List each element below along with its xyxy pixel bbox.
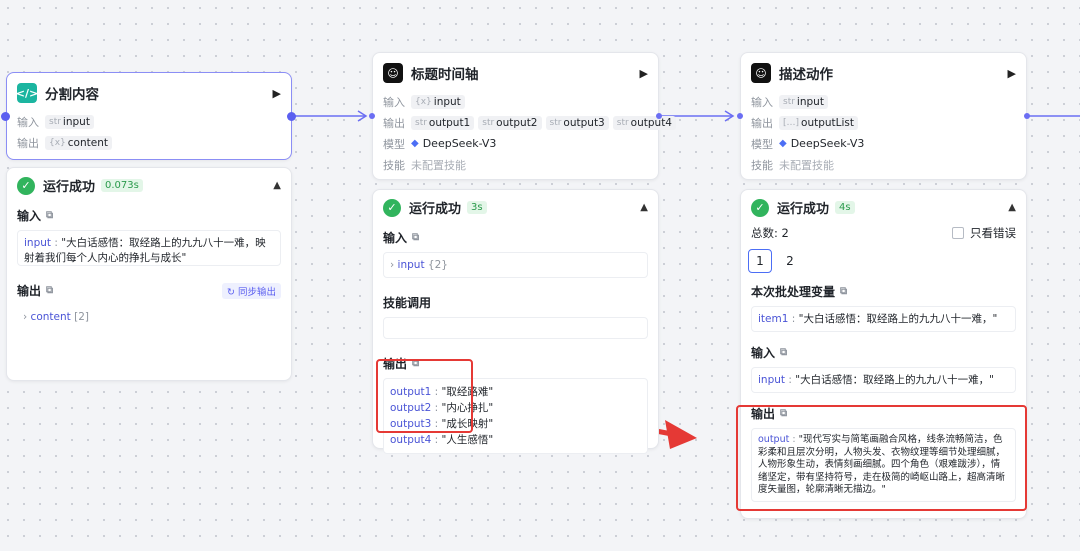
copy-icon[interactable]: ⧉: [46, 285, 53, 296]
node-title: 标题时间轴: [411, 67, 479, 83]
output-param-tag: str output3: [545, 115, 609, 130]
node-title-timeline[interactable]: ☺ 标题时间轴 ▶ 输入 {x} input 输出 str output1 str o…: [372, 52, 676, 180]
input-section-title: 输入 ⧉: [17, 209, 54, 223]
success-icon: ✓: [751, 198, 769, 217]
input-param-tag: str input: [779, 94, 828, 109]
output-label: 输出: [751, 116, 773, 130]
collapse-icon[interactable]: ▲: [1008, 202, 1016, 213]
only-errors-checkbox[interactable]: [952, 227, 964, 239]
edge-arrowhead-2: [724, 110, 735, 122]
node-title: 描述动作: [779, 67, 833, 83]
copy-icon[interactable]: ⧉: [46, 210, 53, 221]
input-label: 输入: [383, 95, 405, 109]
expand-icon: ›: [390, 259, 398, 271]
edge-arrowhead-1: [357, 110, 368, 122]
page-button-1[interactable]: 1: [748, 249, 772, 273]
input-port[interactable]: [1, 112, 10, 121]
input-label: 输入: [751, 95, 773, 109]
model-name: DeepSeek-V3: [790, 137, 865, 150]
output-param-tag: str output4: [612, 115, 676, 130]
input-port[interactable]: [737, 113, 743, 119]
total-count: 总数: 2: [751, 226, 789, 240]
output-value-box[interactable]: › content [2]: [17, 305, 281, 375]
input-section-title: 输入 ⧉: [383, 231, 420, 245]
only-errors-label: 只看错误: [970, 226, 1016, 240]
copy-icon[interactable]: ⧉: [412, 232, 419, 243]
success-icon: ✓: [17, 176, 35, 195]
input-value-box: input : "大白话感悟：取经路上的九九八十一难，": [751, 367, 1016, 393]
expand-icon: ›: [23, 311, 31, 323]
status-text: 运行成功: [777, 202, 830, 217]
output-label: 输出: [383, 116, 405, 130]
model-name: DeepSeek-V3: [422, 137, 497, 150]
output-label: 输出: [17, 136, 39, 150]
ai-icon: ☺: [751, 63, 771, 83]
duration-badge: 3s: [467, 201, 487, 214]
output-param-tag: str output2: [478, 115, 542, 130]
sync-output-button[interactable]: ↻ 同步输出: [222, 282, 281, 299]
skill-value-box: [383, 317, 648, 339]
input-param-tag: str input: [45, 114, 94, 129]
input-section-title: 输入 ⧉: [751, 346, 788, 360]
page-button-2[interactable]: 2: [778, 249, 802, 273]
output-param-tag: {x} content: [45, 135, 112, 150]
status-text: 运行成功: [409, 202, 462, 217]
success-icon: ✓: [383, 198, 401, 217]
duration-badge: 4s: [835, 201, 855, 214]
collapse-icon[interactable]: ▲: [640, 202, 648, 213]
deepseek-icon: ◆: [411, 138, 419, 149]
output-port[interactable]: [656, 113, 662, 119]
status-text: 运行成功: [43, 180, 96, 195]
input-port[interactable]: [369, 113, 375, 119]
node-split-content[interactable]: </> 分割内容 ▶ 输入 str input 输出 {x} content: [6, 72, 292, 160]
input-label: 输入: [17, 115, 39, 129]
model-label: 模型: [383, 137, 405, 151]
code-icon: </>: [16, 83, 38, 103]
skill-section-title: 技能调用: [383, 296, 432, 310]
copy-icon[interactable]: ⧉: [780, 347, 787, 358]
annotation-highlight-box: [736, 405, 1027, 511]
input-param-tag: {x} input: [411, 94, 465, 109]
annotation-arrowhead: [665, 420, 697, 449]
output-item: output4 : "人生感悟": [390, 434, 494, 446]
play-icon[interactable]: ▶: [273, 87, 281, 100]
output-param-tag: […] outputList: [779, 115, 859, 130]
output-port[interactable]: [287, 112, 296, 121]
node-describe-action[interactable]: ☺ 描述动作 ▶ 输入 str input 输出 […] outputList 模型…: [740, 52, 1027, 180]
deepseek-icon: ◆: [779, 138, 787, 149]
input-value-box[interactable]: › input {2}: [383, 252, 648, 278]
output-section-title: 输出 ⧉ ↻ 同步输出: [7, 278, 291, 303]
node-title: 分割内容: [45, 87, 99, 103]
skill-label: 技能: [383, 158, 405, 172]
output-param-tag: str output1: [411, 115, 475, 130]
copy-icon[interactable]: ⧉: [840, 286, 847, 297]
batch-section-title: 本次批处理变量 ⧉: [751, 285, 848, 299]
skill-value: 未配置技能: [779, 158, 834, 172]
skill-label: 技能: [751, 158, 773, 172]
annotation-highlight-box: [376, 359, 473, 433]
batch-value-box: item1 : "大白话感悟：取经路上的九九八十一难，": [751, 306, 1016, 332]
skill-value: 未配置技能: [411, 158, 466, 172]
result-panel-node1: ✓ 运行成功 0.073s ▲ 输入 ⧉ input : "大白话感悟：取经路上的…: [6, 167, 292, 381]
collapse-icon[interactable]: ▲: [273, 180, 281, 191]
duration-badge: 0.073s: [101, 179, 143, 192]
model-label: 模型: [751, 137, 773, 151]
ai-icon: ☺: [383, 63, 403, 83]
play-icon[interactable]: ▶: [1008, 67, 1016, 80]
input-value-box: input : "大白话感悟：取经路上的九九八十一难，映射着我们每个人内心的挣扎…: [17, 230, 281, 266]
output-port[interactable]: [1024, 113, 1030, 119]
play-icon[interactable]: ▶: [640, 67, 648, 80]
